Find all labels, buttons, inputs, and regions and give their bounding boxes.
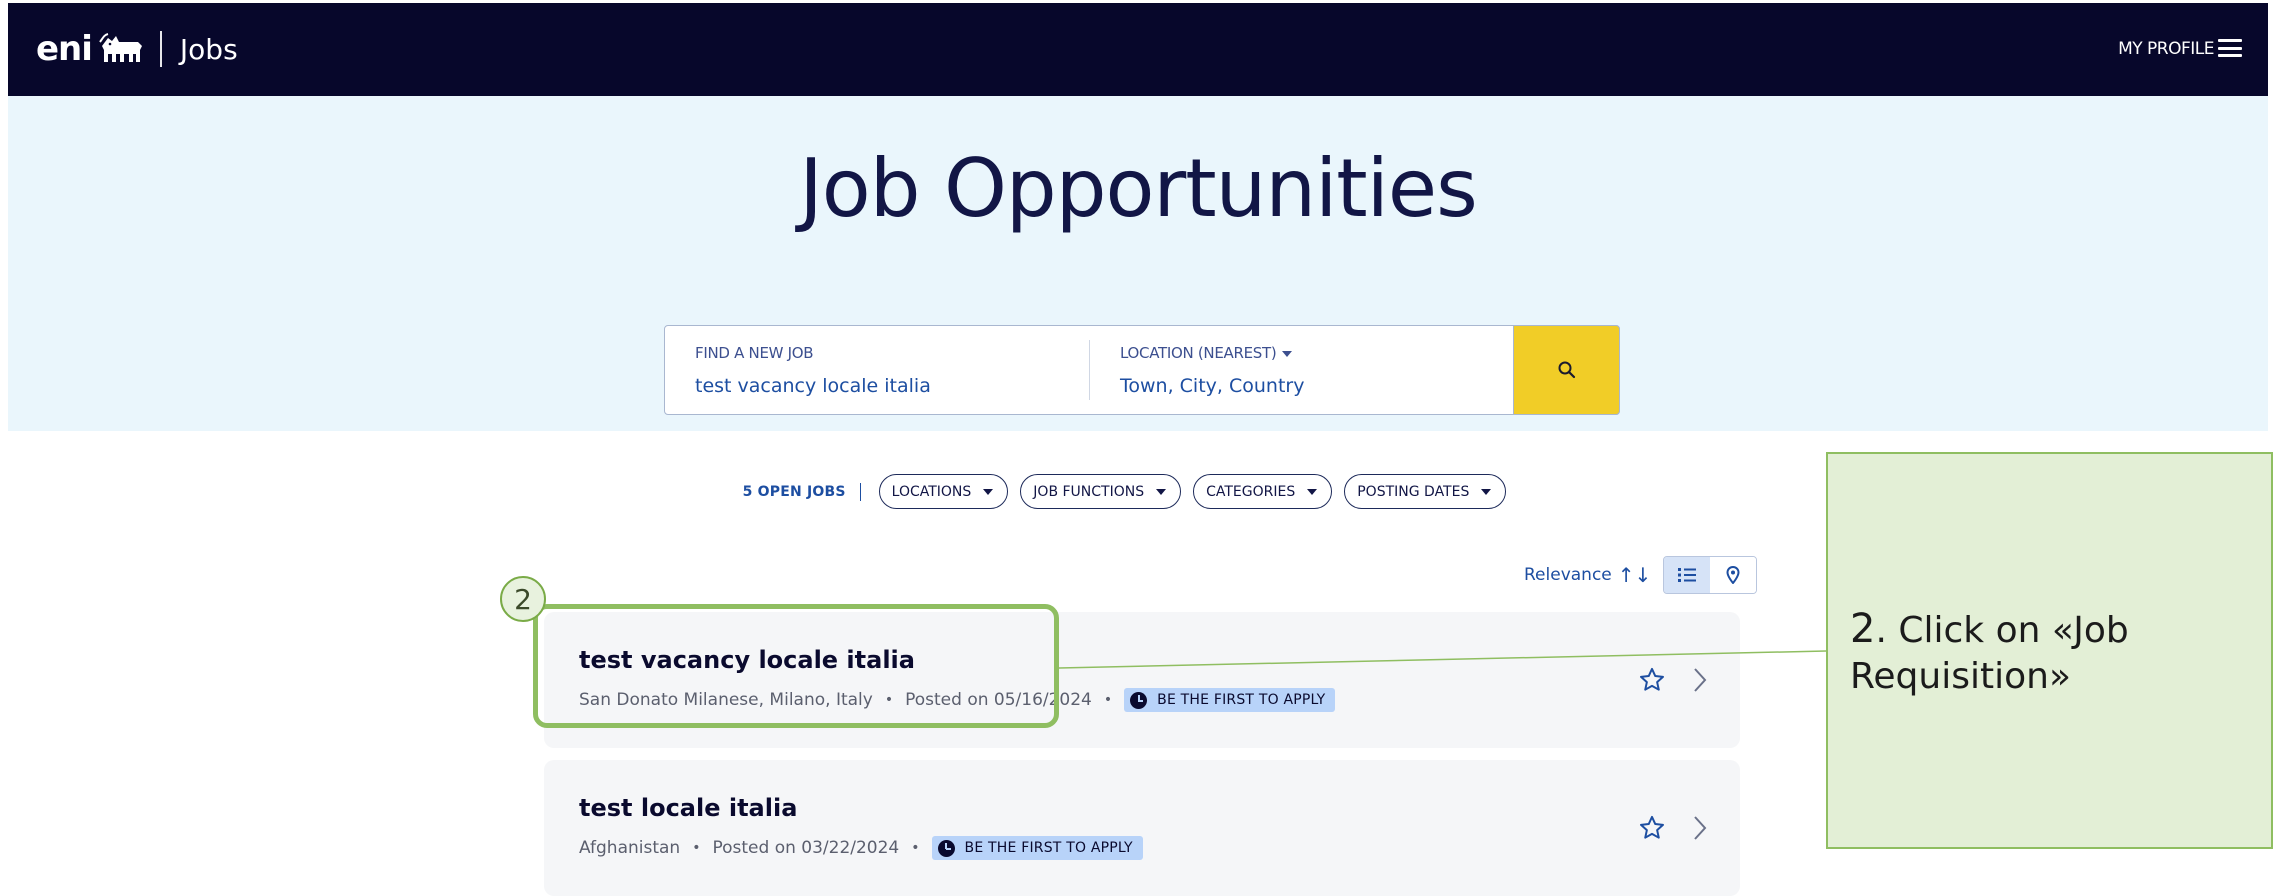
callout-step-number: 2: [1850, 606, 1876, 652]
callout-suffix: »: [2048, 656, 2071, 697]
instruction-callout: 2. Click on «Job Requisition»: [1826, 452, 2273, 849]
callout-text: 2. Click on «Job Requisition»: [1850, 606, 2250, 700]
callout-instruction: . Click on «: [1875, 610, 2074, 651]
